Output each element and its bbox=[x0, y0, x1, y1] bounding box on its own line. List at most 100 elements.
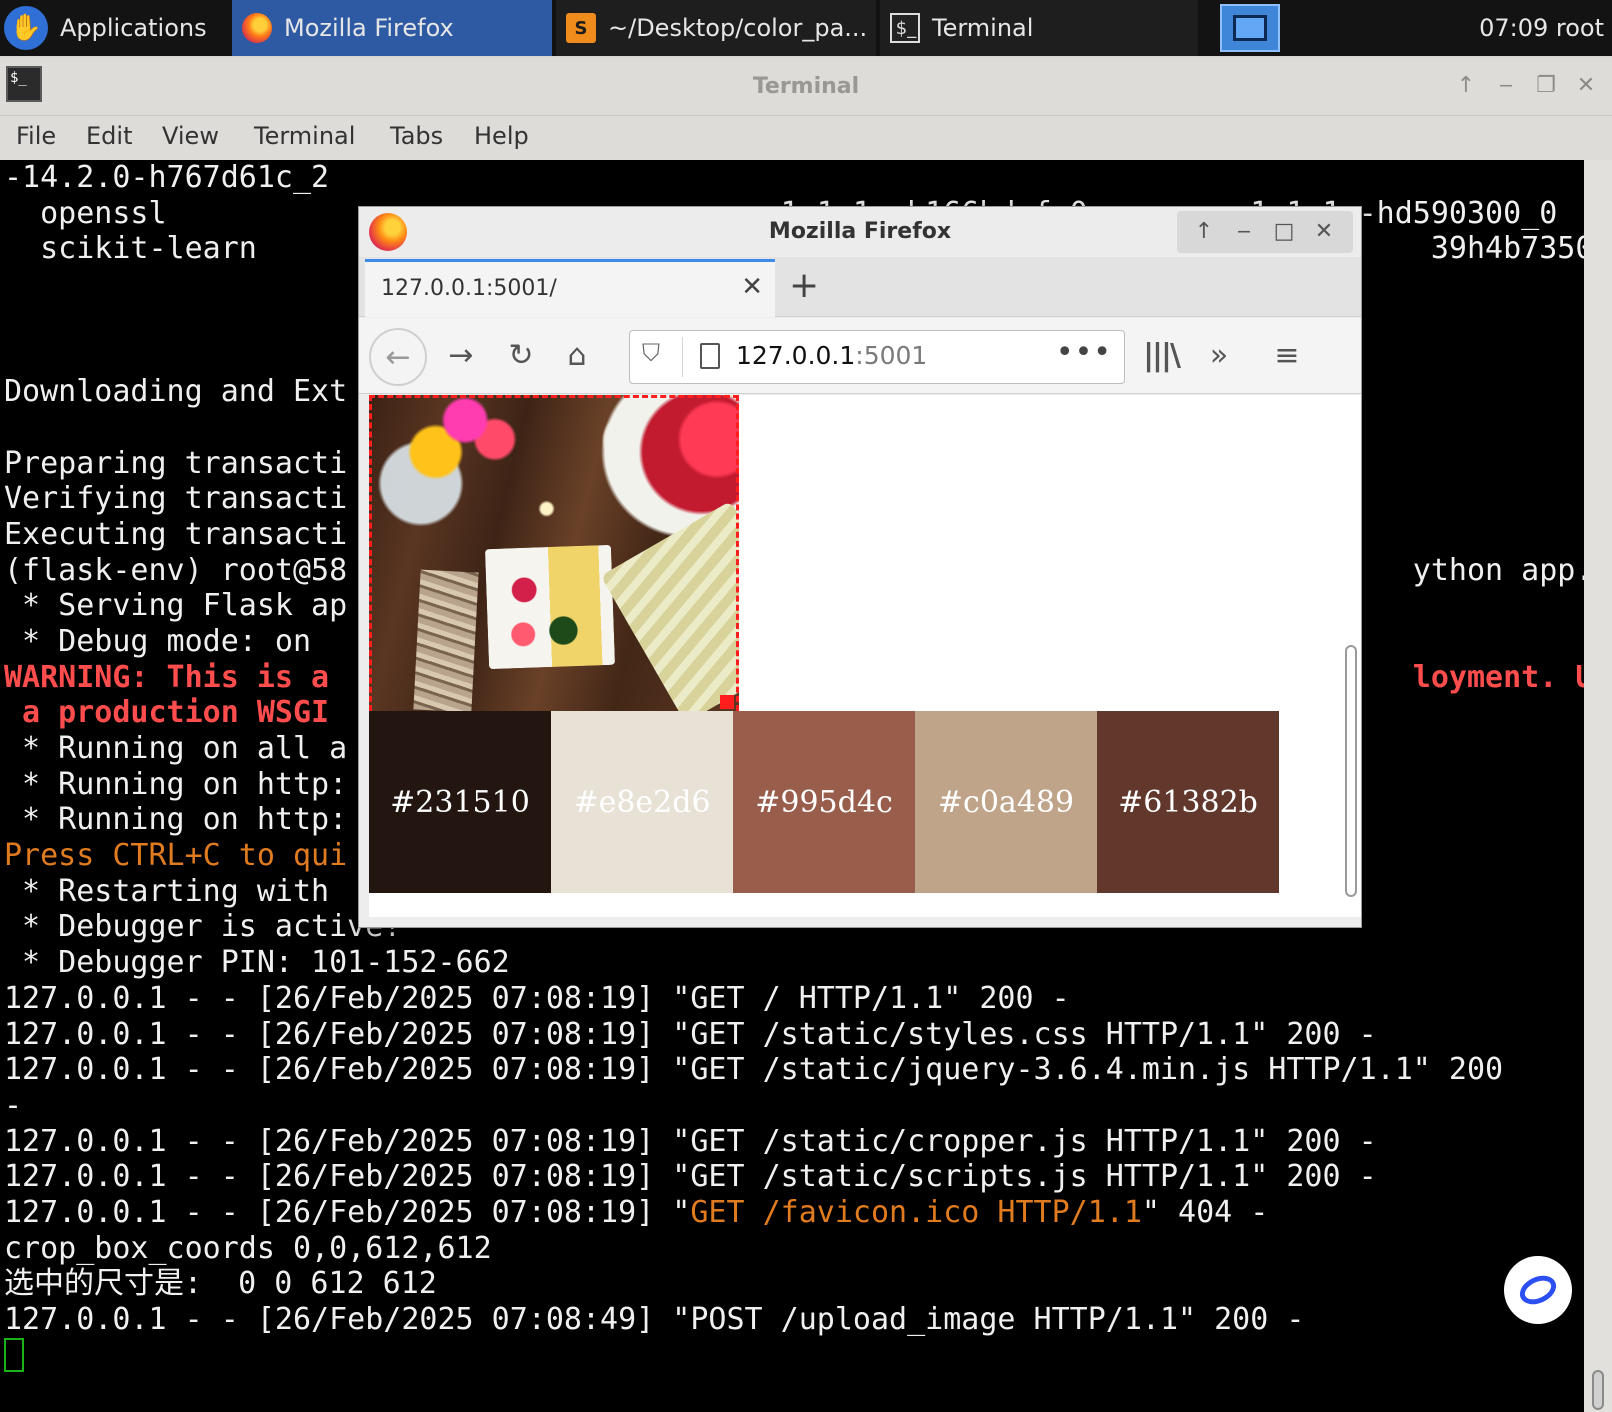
terminal-text-segment: * Serving Flask ap bbox=[4, 588, 348, 624]
color-swatch[interactable]: #61382b bbox=[1097, 711, 1279, 893]
taskbar-item-label: Terminal bbox=[932, 14, 1034, 42]
tab-label: 127.0.0.1:5001/ bbox=[381, 276, 557, 301]
clock-time: 07:09 bbox=[1479, 14, 1549, 42]
terminal-text-segment: * Running on http: bbox=[4, 766, 348, 802]
color-swatch[interactable]: #995d4c bbox=[733, 711, 915, 893]
terminal-line: -14.2.0-h767d61c_2 bbox=[4, 160, 1584, 196]
terminal-text-segment: - bbox=[4, 1087, 23, 1123]
terminal-text-segment: Executing transacti bbox=[4, 516, 348, 552]
shade-icon[interactable]: ↑ bbox=[1189, 217, 1219, 247]
terminal-line: - bbox=[4, 1088, 1584, 1124]
terminal-prompt-line bbox=[4, 1337, 1584, 1374]
assistant-floating-button[interactable] bbox=[1504, 1256, 1572, 1324]
menu-help[interactable]: Help bbox=[474, 122, 529, 150]
monitor-icon bbox=[1233, 15, 1267, 41]
taskbar-item-firefox[interactable]: Mozilla Firefox bbox=[232, 0, 552, 56]
menu-view[interactable]: View bbox=[162, 122, 219, 150]
firefox-titlebar[interactable]: Mozilla Firefox ↑ ‒ □ ✕ bbox=[359, 207, 1361, 257]
menu-edit[interactable]: Edit bbox=[86, 122, 132, 150]
terminal-titlebar[interactable]: $_ Terminal ↑ ‒ ❐ ✕ bbox=[0, 58, 1612, 116]
terminal-line: 127.0.0.1 - - [26/Feb/2025 07:08:19] "GE… bbox=[4, 1017, 1584, 1053]
color-swatch[interactable]: #231510 bbox=[369, 711, 551, 893]
terminal-text-segment: * Restarting with bbox=[4, 873, 330, 909]
shade-icon[interactable]: ↑ bbox=[1452, 72, 1480, 100]
minimize-icon[interactable]: ‒ bbox=[1229, 217, 1259, 247]
terminal-text-segment: 127.0.0.1 - - [26/Feb/2025 07:08:19] "GE… bbox=[4, 1016, 1377, 1052]
taskbar-item-terminal[interactable]: $_ Terminal bbox=[880, 0, 1198, 56]
reload-icon[interactable]: ↻ bbox=[499, 334, 543, 378]
tab-close-icon[interactable]: ✕ bbox=[741, 272, 763, 302]
top-panel: ✋ Applications Mozilla Firefox S ~/Deskt… bbox=[0, 0, 1612, 56]
show-desktop-button[interactable] bbox=[1220, 4, 1280, 52]
taskbar-item-editor[interactable]: S ~/Desktop/color_pa... bbox=[556, 0, 876, 56]
page-icon bbox=[700, 343, 720, 369]
close-icon[interactable]: ✕ bbox=[1309, 217, 1339, 247]
scrollbar-thumb[interactable] bbox=[1345, 645, 1357, 897]
hamburger-menu-icon[interactable]: ≡ bbox=[1265, 334, 1309, 378]
terminal-text-segment: 127.0.0.1 - - [26/Feb/2025 07:08:19] " bbox=[4, 1194, 691, 1230]
maximize-icon[interactable]: ❐ bbox=[1532, 72, 1560, 100]
terminal-line: 127.0.0.1 - - [26/Feb/2025 07:08:19] "GE… bbox=[4, 981, 1584, 1017]
page-scrollbar[interactable] bbox=[1341, 395, 1361, 917]
terminal-line: crop_box_coords 0,0,612,612 bbox=[4, 1231, 1584, 1267]
xfce-logo-icon: ✋ bbox=[4, 6, 48, 50]
terminal-scrollbar[interactable] bbox=[1584, 160, 1612, 1412]
terminal-line: 127.0.0.1 - - [26/Feb/2025 07:08:19] "GE… bbox=[4, 1159, 1584, 1195]
terminal-line: 选中的尺寸是: 0 0 612 612 bbox=[4, 1266, 1584, 1302]
menu-file[interactable]: File bbox=[16, 122, 56, 150]
taskbar-item-label: ~/Desktop/color_pa... bbox=[608, 14, 868, 42]
crop-box[interactable] bbox=[369, 395, 739, 711]
assistant-icon bbox=[1515, 1270, 1561, 1310]
terminal-text-segment: 127.0.0.1 - - [26/Feb/2025 07:08:19] "GE… bbox=[4, 980, 1070, 1016]
terminal-text-segment: GET /favicon.ico HTTP/1.1 bbox=[690, 1194, 1142, 1230]
terminal-text-segment: * Running on all a bbox=[4, 731, 348, 766]
scrollbar-thumb[interactable] bbox=[1592, 1370, 1604, 1410]
terminal-text-segment: 127.0.0.1 - - [26/Feb/2025 07:08:19] "GE… bbox=[4, 1052, 1504, 1088]
cropped-photo[interactable] bbox=[369, 395, 739, 711]
maximize-icon[interactable]: □ bbox=[1269, 217, 1299, 247]
overflow-chevron-icon[interactable]: » bbox=[1197, 334, 1241, 378]
url-port: :5001 bbox=[855, 341, 928, 370]
terminal-icon: $_ bbox=[890, 13, 920, 43]
forward-icon[interactable]: → bbox=[439, 334, 483, 378]
page-actions-icon[interactable]: ••• bbox=[1056, 335, 1112, 370]
editor-icon: S bbox=[566, 13, 596, 43]
browser-tab[interactable]: 127.0.0.1:5001/ ✕ bbox=[365, 259, 775, 317]
page-content: #231510 #e8e2d6 #995d4c #c0a489 #61382b bbox=[369, 395, 1341, 917]
terminal-text-segment: Verifying transacti bbox=[4, 481, 348, 517]
terminal-menubar: File Edit View Terminal Tabs Help bbox=[0, 116, 1612, 160]
new-tab-icon[interactable]: + bbox=[789, 265, 819, 306]
terminal-text-segment: Preparing transacti bbox=[4, 445, 348, 481]
taskbar-item-label: Mozilla Firefox bbox=[284, 14, 454, 42]
terminal-text-segment: 选中的尺寸是: 0 0 612 612 bbox=[4, 1266, 437, 1302]
terminal-text-segment: 127.0.0.1 - - [26/Feb/2025 07:08:19] "GE… bbox=[4, 1123, 1377, 1159]
url-bar[interactable]: ⛉ 127.0.0.1:5001 ••• bbox=[629, 330, 1125, 384]
color-swatch[interactable]: #e8e2d6 bbox=[551, 711, 733, 893]
firefox-window: Mozilla Firefox ↑ ‒ □ ✕ 127.0.0.1:5001/ … bbox=[358, 206, 1362, 928]
terminal-line: 127.0.0.1 - - [26/Feb/2025 07:08:19] "GE… bbox=[4, 1052, 1584, 1088]
applications-menu[interactable]: ✋ Applications bbox=[4, 0, 226, 56]
close-icon[interactable]: ✕ bbox=[1572, 72, 1600, 100]
applications-label: Applications bbox=[60, 14, 207, 42]
terminal-line: 127.0.0.1 - - [26/Feb/2025 07:08:19] "GE… bbox=[4, 1195, 1584, 1231]
url-text[interactable]: 127.0.0.1:5001 bbox=[736, 341, 927, 370]
tracking-shield-icon[interactable]: ⛉ bbox=[642, 339, 660, 367]
terminal-text-segment: a production WSGI bbox=[4, 695, 330, 731]
terminal-line: * Debugger PIN: 101-152-662 bbox=[4, 945, 1584, 981]
home-icon[interactable]: ⌂ bbox=[555, 334, 599, 378]
terminal-text-segment: crop_box_coords 0,0,612,612 bbox=[4, 1230, 492, 1266]
terminal-title: Terminal bbox=[752, 74, 860, 99]
url-host: 127.0.0.1 bbox=[736, 341, 856, 370]
crop-resize-handle[interactable] bbox=[720, 695, 734, 709]
terminal-text-segment: * Debug mode: on bbox=[4, 623, 312, 659]
minimize-icon[interactable]: ‒ bbox=[1492, 72, 1520, 100]
menu-terminal[interactable]: Terminal bbox=[254, 122, 355, 150]
terminal-text-segment: Downloading and Ext bbox=[4, 374, 348, 410]
library-icon[interactable]: |||\ bbox=[1139, 334, 1183, 378]
back-icon[interactable]: ← bbox=[369, 328, 427, 386]
menu-tabs[interactable]: Tabs bbox=[390, 122, 443, 150]
terminal-text-segment: * Debugger is active! bbox=[4, 909, 402, 945]
clock[interactable]: 07:09 root bbox=[1479, 0, 1604, 56]
terminal-line: 127.0.0.1 - - [26/Feb/2025 07:08:49] "PO… bbox=[4, 1302, 1584, 1338]
color-swatch[interactable]: #c0a489 bbox=[915, 711, 1097, 893]
